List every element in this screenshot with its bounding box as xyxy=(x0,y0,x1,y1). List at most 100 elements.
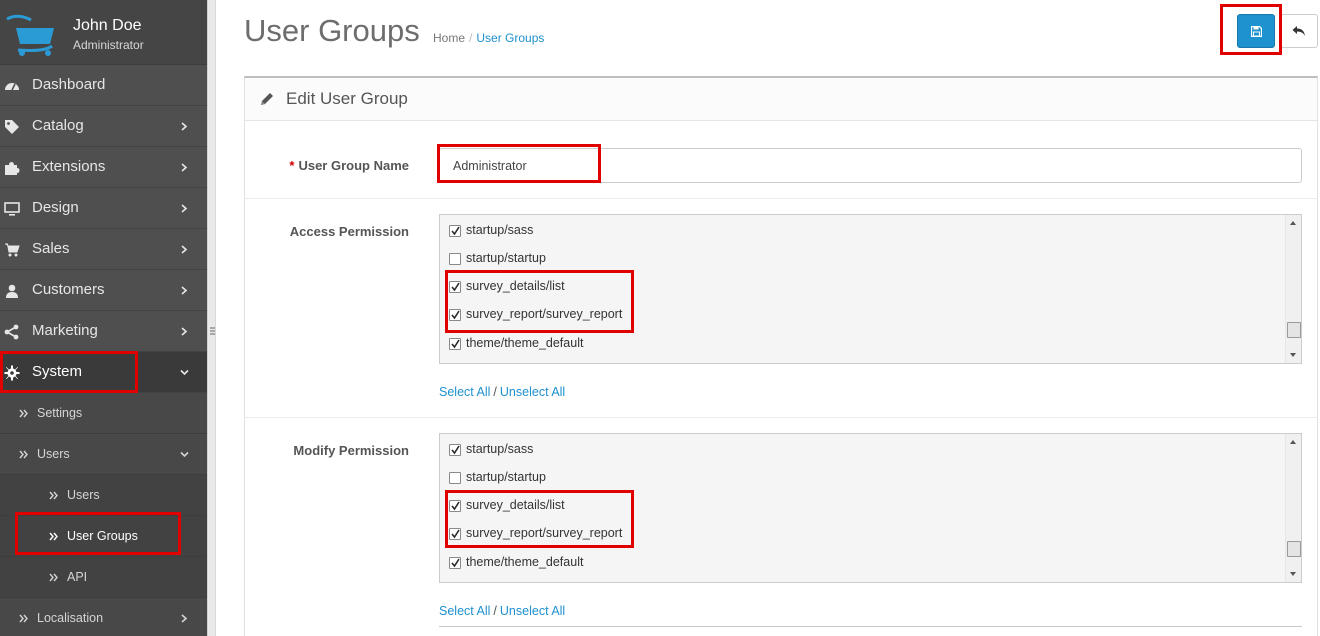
double-chevron-icon xyxy=(19,409,28,418)
access-select-links: Select All / Unselect All xyxy=(439,385,566,399)
panel-heading: Edit User Group xyxy=(245,78,1317,121)
access-permission-label: Access Permission xyxy=(289,224,409,239)
permission-label: survey_report/survey_report xyxy=(466,526,623,540)
reply-icon xyxy=(1292,26,1305,36)
permission-label: survey_details/list xyxy=(466,498,565,512)
permission-label: theme/theme_default xyxy=(466,555,584,569)
chevron-right-icon xyxy=(181,122,188,131)
permission-label: survey_report/survey_report xyxy=(466,307,623,321)
sidebar-resize-handle[interactable] xyxy=(207,0,216,636)
permission-checkbox[interactable] xyxy=(449,309,461,321)
modify-unselect-all-link[interactable]: Unselect All xyxy=(500,604,565,618)
scroll-down-arrow[interactable] xyxy=(1290,572,1296,576)
nav-sales[interactable]: Sales xyxy=(0,229,207,270)
share-icon xyxy=(4,324,19,340)
double-chevron-icon xyxy=(19,614,28,623)
user-profile[interactable]: John Doe Administrator xyxy=(0,0,207,65)
checkmark-icon xyxy=(451,282,460,292)
checkmark-icon xyxy=(451,339,460,349)
nav-api[interactable]: API xyxy=(0,557,207,598)
permission-checkbox[interactable] xyxy=(449,338,461,350)
dashboard-icon xyxy=(5,83,19,91)
access-select-all-link[interactable]: Select All xyxy=(439,385,490,399)
scrollbar[interactable] xyxy=(1285,215,1301,363)
permission-checkbox[interactable] xyxy=(449,472,461,484)
nav-users[interactable]: Users xyxy=(0,475,207,516)
puzzle-icon xyxy=(5,162,20,175)
scroll-up-arrow[interactable] xyxy=(1290,221,1296,225)
group-name-input[interactable] xyxy=(439,148,1302,183)
nav-settings[interactable]: Settings xyxy=(0,393,207,434)
double-chevron-icon xyxy=(49,491,58,500)
nav-extensions[interactable]: Extensions xyxy=(0,147,207,188)
cart-icon xyxy=(5,243,20,257)
nav-user-groups[interactable]: User Groups xyxy=(0,516,207,557)
monitor-icon xyxy=(4,202,20,216)
divider xyxy=(245,198,1317,199)
modify-permission-list[interactable]: startup/sass startup/startup survey_detail… xyxy=(439,433,1302,583)
permission-checkbox[interactable] xyxy=(449,225,461,237)
panel-title: Edit User Group xyxy=(286,89,408,108)
save-button[interactable] xyxy=(1237,14,1275,48)
permission-label: startup/sass xyxy=(466,223,534,237)
breadcrumb: Home / User Groups xyxy=(433,31,545,45)
access-unselect-all-link[interactable]: Unselect All xyxy=(500,385,565,399)
permission-label: startup/startup xyxy=(466,470,546,484)
permission-checkbox[interactable] xyxy=(449,253,461,265)
nav-system[interactable]: System xyxy=(0,352,207,393)
permission-label: theme/theme_default xyxy=(466,336,584,350)
checkmark-icon xyxy=(451,226,460,236)
divider xyxy=(245,417,1317,418)
nav-dashboard[interactable]: Dashboard xyxy=(0,65,207,106)
pencil-icon xyxy=(261,93,273,105)
sidebar: John Doe Administrator Dashboard Catalog… xyxy=(0,0,207,636)
checkmark-icon xyxy=(451,445,460,455)
permission-checkbox[interactable] xyxy=(449,528,461,540)
nav-customers[interactable]: Customers xyxy=(0,270,207,311)
modify-select-all-link[interactable]: Select All xyxy=(439,604,490,618)
page-title: User Groups xyxy=(244,13,420,48)
back-button[interactable] xyxy=(1280,14,1318,48)
permission-checkbox[interactable] xyxy=(449,281,461,293)
modify-permission-label: Modify Permission xyxy=(293,443,409,458)
scroll-up-arrow[interactable] xyxy=(1290,440,1296,444)
nav-marketing[interactable]: Marketing xyxy=(0,311,207,352)
group-name-label: * User Group Name xyxy=(289,158,409,173)
breadcrumb-home[interactable]: Home xyxy=(433,31,465,45)
permission-checkbox[interactable] xyxy=(449,557,461,569)
cart-logo-icon xyxy=(6,14,54,56)
chevron-right-icon xyxy=(181,204,188,213)
permission-checkbox[interactable] xyxy=(449,444,461,456)
double-chevron-icon xyxy=(19,450,28,459)
chevron-right-icon xyxy=(181,327,188,336)
scroll-thumb[interactable] xyxy=(1287,541,1301,557)
save-icon xyxy=(1251,26,1262,37)
nav-catalog[interactable]: Catalog xyxy=(0,106,207,147)
permission-label: startup/startup xyxy=(466,251,546,265)
divider xyxy=(439,626,1302,627)
user-name: John Doe xyxy=(73,17,142,34)
chevron-right-icon xyxy=(181,245,188,254)
grip-icon xyxy=(210,327,215,335)
scroll-down-arrow[interactable] xyxy=(1290,353,1296,357)
breadcrumb-user-groups[interactable]: User Groups xyxy=(476,31,544,45)
nav-design[interactable]: Design xyxy=(0,188,207,229)
scroll-thumb[interactable] xyxy=(1287,322,1301,338)
chevron-right-icon xyxy=(181,614,188,623)
chevron-down-icon xyxy=(180,451,189,458)
scrollbar[interactable] xyxy=(1285,434,1301,582)
checkmark-icon xyxy=(451,501,460,511)
nav-localisation[interactable]: Localisation xyxy=(0,598,207,636)
tags-icon xyxy=(5,120,19,134)
chevron-right-icon xyxy=(181,286,188,295)
modify-select-links: Select All / Unselect All xyxy=(439,604,566,618)
permission-label: survey_details/list xyxy=(466,279,565,293)
nav-users-group[interactable]: Users xyxy=(0,434,207,475)
permission-checkbox[interactable] xyxy=(449,500,461,512)
gear-icon xyxy=(4,365,20,381)
access-permission-list[interactable]: startup/sass startup/startup survey_detail… xyxy=(439,214,1302,364)
checkmark-icon xyxy=(451,529,460,539)
chevron-down-icon xyxy=(180,369,189,376)
checkmark-icon xyxy=(451,558,460,568)
user-role: Administrator xyxy=(73,38,144,52)
